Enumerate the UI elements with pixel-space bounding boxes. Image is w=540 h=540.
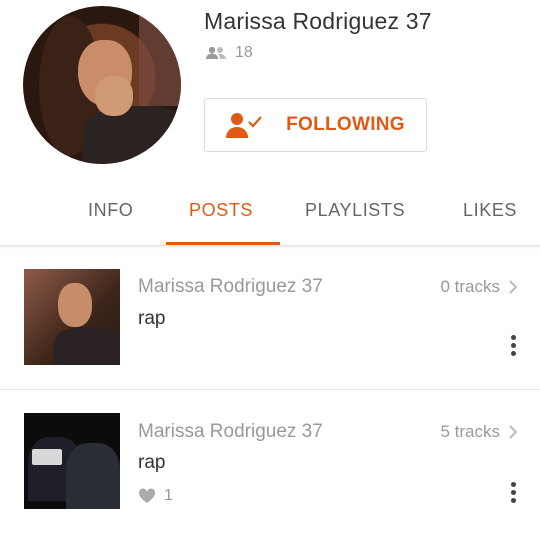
followers-count-value: 18 [235,44,253,61]
tab-likes[interactable]: LIKES [463,200,517,221]
more-options-button[interactable] [506,335,520,359]
list-item[interactable]: Marissa Rodriguez 37 rap 5 tracks 1 [0,390,540,540]
tab-info[interactable]: INFO [88,200,133,221]
playlist-thumbnail[interactable] [24,269,120,365]
more-options-button[interactable] [506,482,520,506]
followers-count[interactable]: 18 [205,44,253,62]
playlist-title[interactable]: rap [138,308,165,330]
playlist-title[interactable]: rap [138,452,165,474]
heart-icon [138,488,156,503]
playlist-track-count[interactable]: 0 tracks [440,277,518,297]
chevron-right-icon [509,280,518,294]
following-button-label: FOLLOWING [286,114,405,135]
tab-playlists[interactable]: PLAYLISTS [305,200,405,221]
track-count-label: 0 tracks [440,277,500,296]
profile-avatar[interactable] [23,6,181,164]
playlist-track-count[interactable]: 5 tracks [440,422,518,442]
followers-icon [206,46,226,59]
playlist-thumbnail[interactable] [24,413,120,509]
profile-username: Marissa Rodriguez 37 [204,8,432,34]
like-count-value: 1 [164,487,173,504]
tab-posts[interactable]: POSTS [189,200,253,221]
following-button[interactable]: FOLLOWING [204,98,427,152]
list-item[interactable]: Marissa Rodriguez 37 rap 0 tracks [0,249,540,389]
like-count[interactable]: 1 [138,487,173,505]
playlist-owner[interactable]: Marissa Rodriguez 37 [138,276,323,298]
profile-tabs: INFO POSTS PLAYLISTS LIKES [0,190,540,246]
playlist-owner[interactable]: Marissa Rodriguez 37 [138,421,323,443]
track-count-label: 5 tracks [440,422,500,441]
following-user-check-icon [226,113,262,138]
chevron-right-icon [509,425,518,439]
